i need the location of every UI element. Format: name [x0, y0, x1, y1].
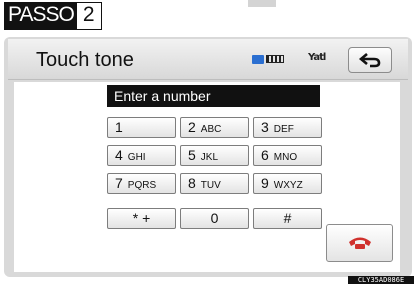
signal-icon: Yatl — [308, 52, 326, 63]
key-8[interactable]: 8 TUV — [180, 173, 249, 194]
key-digit: 0 — [210, 210, 219, 226]
key-9[interactable]: 9 WXYZ — [253, 173, 322, 194]
key-digit: 8 — [188, 175, 196, 191]
key-7[interactable]: 7 PQRS — [107, 173, 176, 194]
key-letters: ABC — [200, 124, 222, 135]
key-letters: PQRS — [127, 180, 157, 191]
key-letters: DEF — [273, 124, 294, 135]
battery-icon — [266, 55, 284, 63]
key-digit: 3 — [261, 119, 269, 135]
key-6[interactable]: 6 MNO — [253, 145, 322, 166]
key-digit: 7 — [115, 175, 123, 191]
key-digit: 2 — [188, 119, 196, 135]
key-3[interactable]: 3 DEF — [253, 117, 322, 138]
key-hash[interactable]: # — [253, 208, 322, 229]
key-digit: * + — [132, 210, 151, 226]
bluetooth-icon — [252, 55, 264, 64]
key-letters: MNO — [273, 152, 298, 163]
key-letters: GHI — [127, 152, 146, 163]
key-2[interactable]: 2 ABC — [180, 117, 249, 138]
key-4[interactable]: 4 GHI — [107, 145, 176, 166]
key-0[interactable]: 0 — [180, 208, 249, 229]
top-decoration — [150, 0, 416, 10]
key-letters: WXYZ — [273, 180, 303, 191]
key-letters: JKL — [200, 152, 219, 163]
number-display-field: Enter a number — [107, 85, 320, 107]
key-5[interactable]: 5 JKL — [180, 145, 249, 166]
key-digit: 6 — [261, 147, 269, 163]
image-reference-code: CLY35AD086E — [348, 276, 414, 284]
back-arrow-icon — [358, 53, 381, 68]
key-1[interactable]: 1 — [107, 117, 176, 138]
back-button[interactable] — [348, 47, 392, 73]
call-button[interactable] — [326, 224, 393, 262]
key-digit: 4 — [115, 147, 123, 163]
key-digit: 9 — [261, 175, 269, 191]
key-letters: TUV — [200, 180, 221, 191]
key-digit: # — [283, 210, 292, 226]
key-digit: 1 — [115, 119, 123, 135]
phone-handset-icon — [348, 237, 371, 249]
step-badge: PASSO 2 — [4, 2, 102, 30]
screen-title: Touch tone — [36, 49, 134, 71]
key-digit: 5 — [188, 147, 196, 163]
step-number: 2 — [76, 3, 101, 29]
top-decoration-block — [248, 0, 276, 7]
step-label: PASSO — [5, 3, 77, 29]
key-star-plus[interactable]: * + — [107, 208, 176, 229]
